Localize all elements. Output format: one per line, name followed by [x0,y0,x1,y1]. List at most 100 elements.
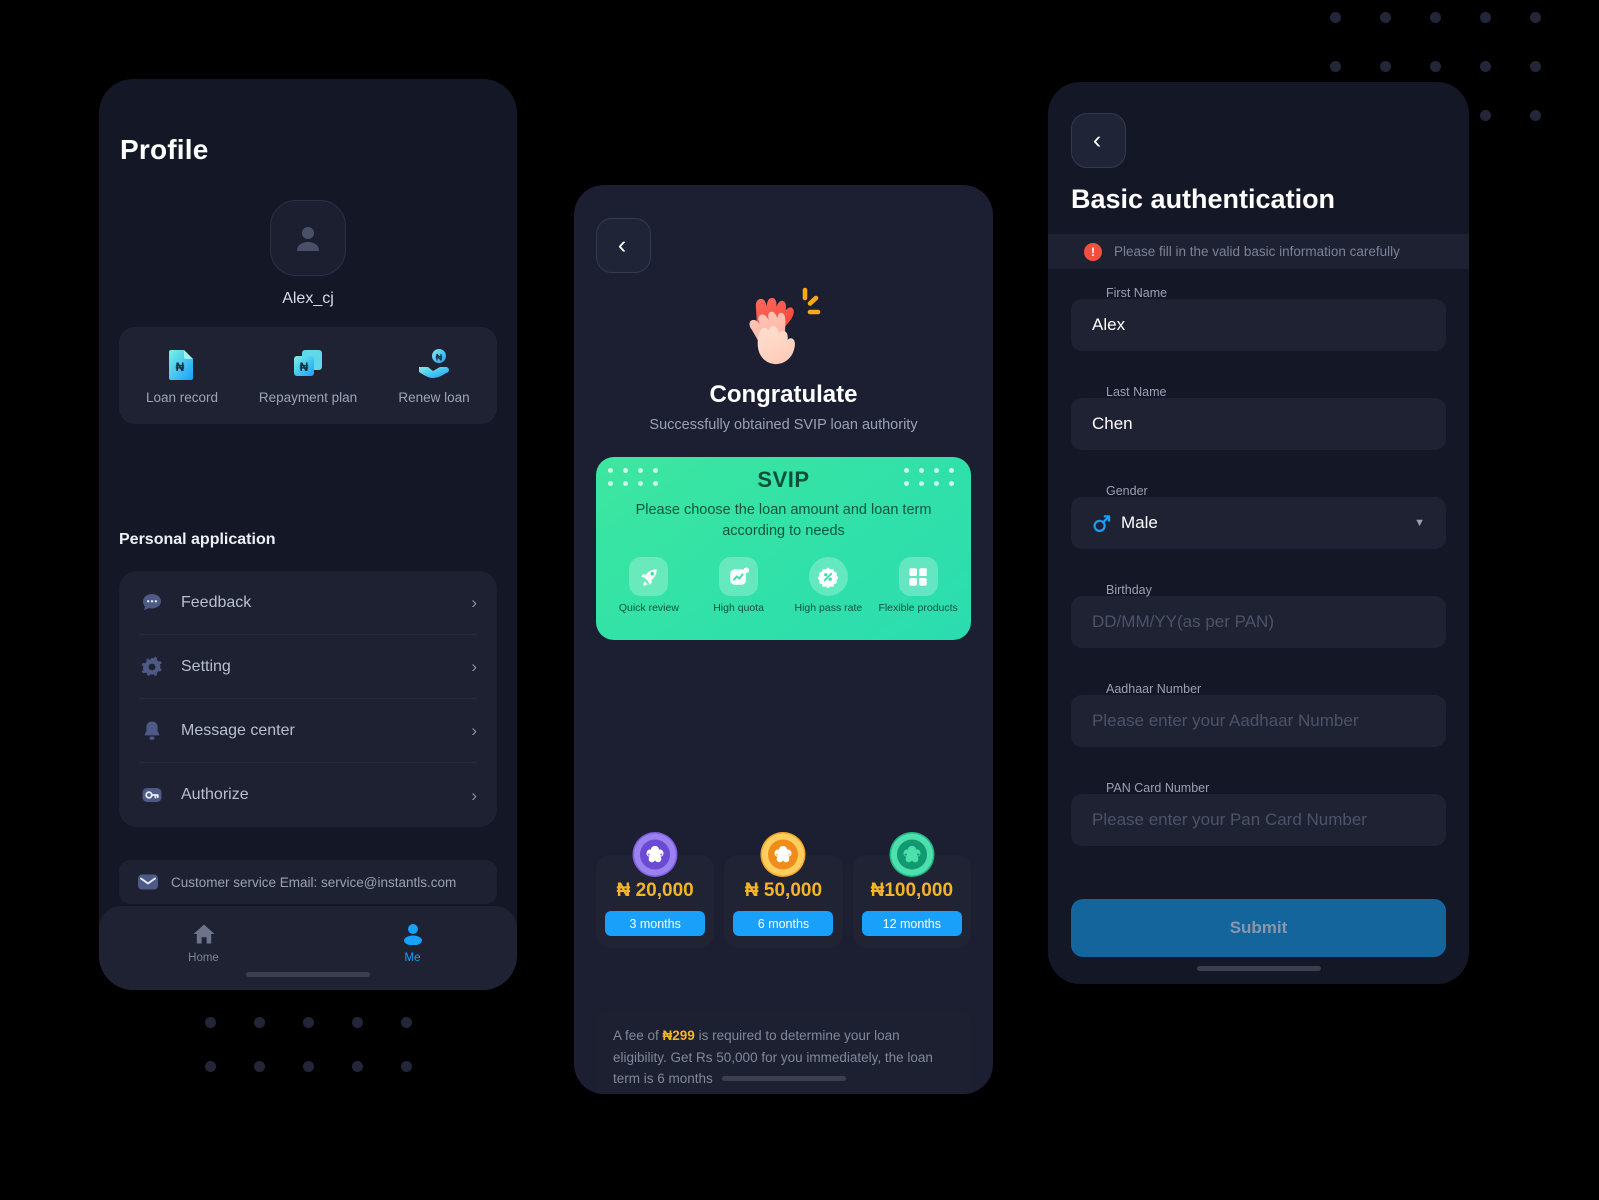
loan-amount: ₦100,000 [870,880,954,901]
chevron-left-icon: ‹ [617,231,627,259]
alert-exclamation-icon: ! [1084,242,1102,261]
fee-note-prefix: A fee of [613,1028,663,1043]
customer-service-email-bar[interactable]: Customer service Email: service@instantl… [119,860,497,904]
warning-banner: ! Please fill in the valid basic informa… [1048,234,1469,269]
congratulate-subtitle: Successfully obtained SVIP loan authorit… [649,417,918,433]
menu-item-setting[interactable]: Setting › [139,635,477,699]
person-icon [297,227,319,251]
clover-coin-icon [632,832,678,877]
loan-term-badge: 6 months [733,911,834,936]
quick-actions-card: ₦ Loan record ₦ Repayment plan ₦ Renew l… [119,327,497,424]
tab-label: Home [188,952,219,964]
decorative-dot-grid-bottom-left [205,1017,450,1105]
person-icon [308,922,517,946]
avatar-block: Alex_cj [99,200,517,308]
svip-feature-list: Quick review High quota High pass rate F… [596,557,971,614]
birthday-input[interactable]: DD/MM/YY(as per PAN) [1071,596,1446,648]
field-label: Gender [1106,484,1148,498]
menu-item-label: Feedback [181,593,252,611]
loan-option-card[interactable]: ₦ 50,000 6 months [724,832,843,948]
menu-item-label: Setting [181,657,231,675]
quick-action-loan-record[interactable]: ₦ Loan record [119,347,245,405]
tab-me[interactable]: Me [308,922,517,964]
field-label: Last Name [1106,385,1167,399]
phone-screen-profile: Profile Alex_cj ₦ Loan record ₦ Repaymen… [99,79,517,990]
quick-action-label: Loan record [145,389,219,405]
fee-note: A fee of ₦299 is required to determine y… [596,1010,971,1094]
rocket-icon [629,557,669,597]
chevron-right-icon: › [471,593,477,612]
field-value: Alex [1092,315,1126,334]
menu-item-label: Authorize [181,786,249,803]
congratulate-title: Congratulate [709,381,858,408]
hero-illustration [574,282,993,370]
tab-label: Me [404,952,421,964]
back-button[interactable]: ‹ [596,218,651,273]
tab-home[interactable]: Home [99,922,308,964]
home-icon [99,922,308,946]
last-name-input[interactable]: Chen [1071,398,1446,450]
phone-screen-basic-authentication: ‹ Basic authentication ! Please fill in … [1048,82,1469,984]
field-label: PAN Card Number [1106,781,1210,795]
loan-term-badge: 12 months [861,911,962,936]
svip-promo-card: SVIP Please choose the loan amount and l… [596,457,971,640]
stacked-cards-naira-icon: ₦ [245,347,371,381]
male-symbol-icon [1092,514,1111,533]
menu-item-authorize[interactable]: Authorize › [139,763,477,827]
clover-coin-icon [889,832,935,877]
svip-dot-pattern-right [904,468,964,494]
customer-service-email-text: Customer service Email: service@instantl… [171,874,457,890]
back-button[interactable]: ‹ [1071,113,1126,168]
quick-action-label: Repayment plan [258,389,358,405]
section-title-personal-application: Personal application [119,531,276,548]
home-indicator [246,972,370,977]
quick-action-renew-loan[interactable]: ₦ Renew loan [371,347,497,405]
page-title: Basic authentication [1071,184,1336,214]
chevron-left-icon: ‹ [1092,126,1102,154]
field-placeholder: Please enter your Aadhaar Number [1092,711,1359,730]
field-value: Male [1121,513,1158,532]
mail-icon [137,871,159,893]
aadhaar-number-input[interactable]: Please enter your Aadhaar Number [1071,695,1446,747]
first-name-input[interactable]: Alex [1071,299,1446,351]
quick-action-label: Renew loan [398,389,470,405]
pan-card-number-input[interactable]: Please enter your Pan Card Number [1071,794,1446,846]
menu-item-feedback[interactable]: Feedback › [139,571,477,635]
svip-feature-quick-review: Quick review [604,557,694,614]
warning-text: Please fill in the valid basic informati… [1114,244,1400,259]
chat-bubble-icon [139,590,165,616]
field-label: Birthday [1106,583,1152,597]
svip-feature-high-pass-rate: High pass rate [784,557,874,614]
page-title: Profile [120,134,209,165]
loan-term-badge: 3 months [605,911,706,936]
avatar[interactable] [270,200,346,276]
svip-feature-label: Quick review [618,602,679,615]
quick-action-repayment-plan[interactable]: ₦ Repayment plan [245,347,371,405]
svip-feature-flexible-products: Flexible products [873,557,963,614]
loan-option-card[interactable]: ₦100,000 12 months [852,832,971,948]
fee-note-amount: ₦299 [662,1028,695,1043]
percent-badge-icon [808,557,848,597]
key-icon [139,782,165,808]
field-gender: Gender Male ▼ [1071,484,1446,549]
clover-coin-icon [760,832,806,877]
phone-screen-congratulate: ‹ Congratulate Successfully obtained SVI… [574,185,993,1094]
field-first-name: First Name Alex [1071,286,1446,351]
svg-text:₦: ₦ [300,360,309,374]
hand-naira-icon: ₦ [371,347,497,381]
home-indicator [1196,966,1321,971]
chart-up-icon [719,557,759,597]
clapping-hands-icon [749,287,820,365]
username-label: Alex_cj [282,290,334,307]
bottom-tab-bar: Home Me [99,906,517,990]
submit-button[interactable]: Submit [1071,899,1446,957]
loan-option-card[interactable]: ₦ 20,000 3 months [596,832,715,948]
svip-feature-label: High quota [713,602,765,615]
gear-icon [139,654,165,680]
loan-options-row: ₦ 20,000 3 months ₦ 50,000 6 months ₦100… [596,832,971,948]
svip-feature-high-quota: High quota [694,557,784,614]
gender-select[interactable]: Male ▼ [1071,497,1446,549]
menu-item-message-center[interactable]: Message center › [139,699,477,763]
loan-amount: ₦ 50,000 [744,880,823,901]
chevron-right-icon: › [471,721,477,740]
